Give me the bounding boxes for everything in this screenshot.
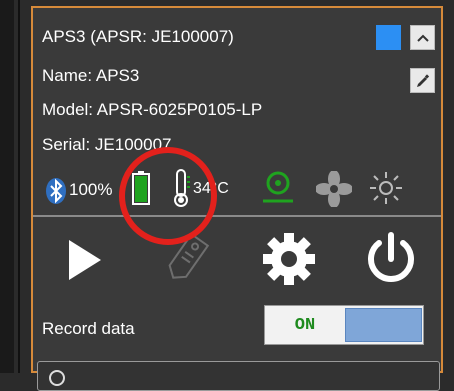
circle-icon [49, 370, 65, 386]
collapse-button[interactable] [410, 25, 435, 50]
status-row: 100% 34°C [33, 169, 441, 209]
chevron-up-icon [416, 34, 429, 42]
bottom-field[interactable] [37, 361, 440, 391]
bluetooth-icon [46, 178, 66, 204]
action-row [33, 226, 441, 298]
power-icon[interactable] [364, 231, 418, 287]
sensor-icon [263, 171, 293, 203]
left-edge-bar [0, 0, 14, 373]
gear-icon[interactable] [262, 232, 316, 286]
edit-name-button[interactable] [410, 68, 435, 93]
fan-icon [316, 171, 352, 207]
toggle-on-label: ON [294, 315, 316, 335]
divider [33, 215, 441, 217]
record-data-toggle[interactable]: ON [264, 305, 424, 345]
device-name: Name: APS3 [42, 66, 140, 85]
battery-percent: 100% [69, 180, 113, 199]
pencil-icon [416, 73, 429, 87]
device-card: APS3 (APSR: JE100007) Name: APS3 Model: … [31, 6, 443, 391]
annotation-circle [119, 147, 217, 245]
toggle-knob[interactable] [345, 308, 422, 342]
left-edge-divider [18, 0, 20, 373]
color-swatch[interactable] [376, 25, 401, 50]
device-title: APS3 (APSR: JE100007) [42, 27, 234, 46]
play-icon[interactable] [69, 240, 101, 280]
record-data-label: Record data [42, 319, 135, 338]
light-icon [370, 172, 402, 204]
device-model: Model: APSR-6025P0105-LP [42, 100, 263, 119]
